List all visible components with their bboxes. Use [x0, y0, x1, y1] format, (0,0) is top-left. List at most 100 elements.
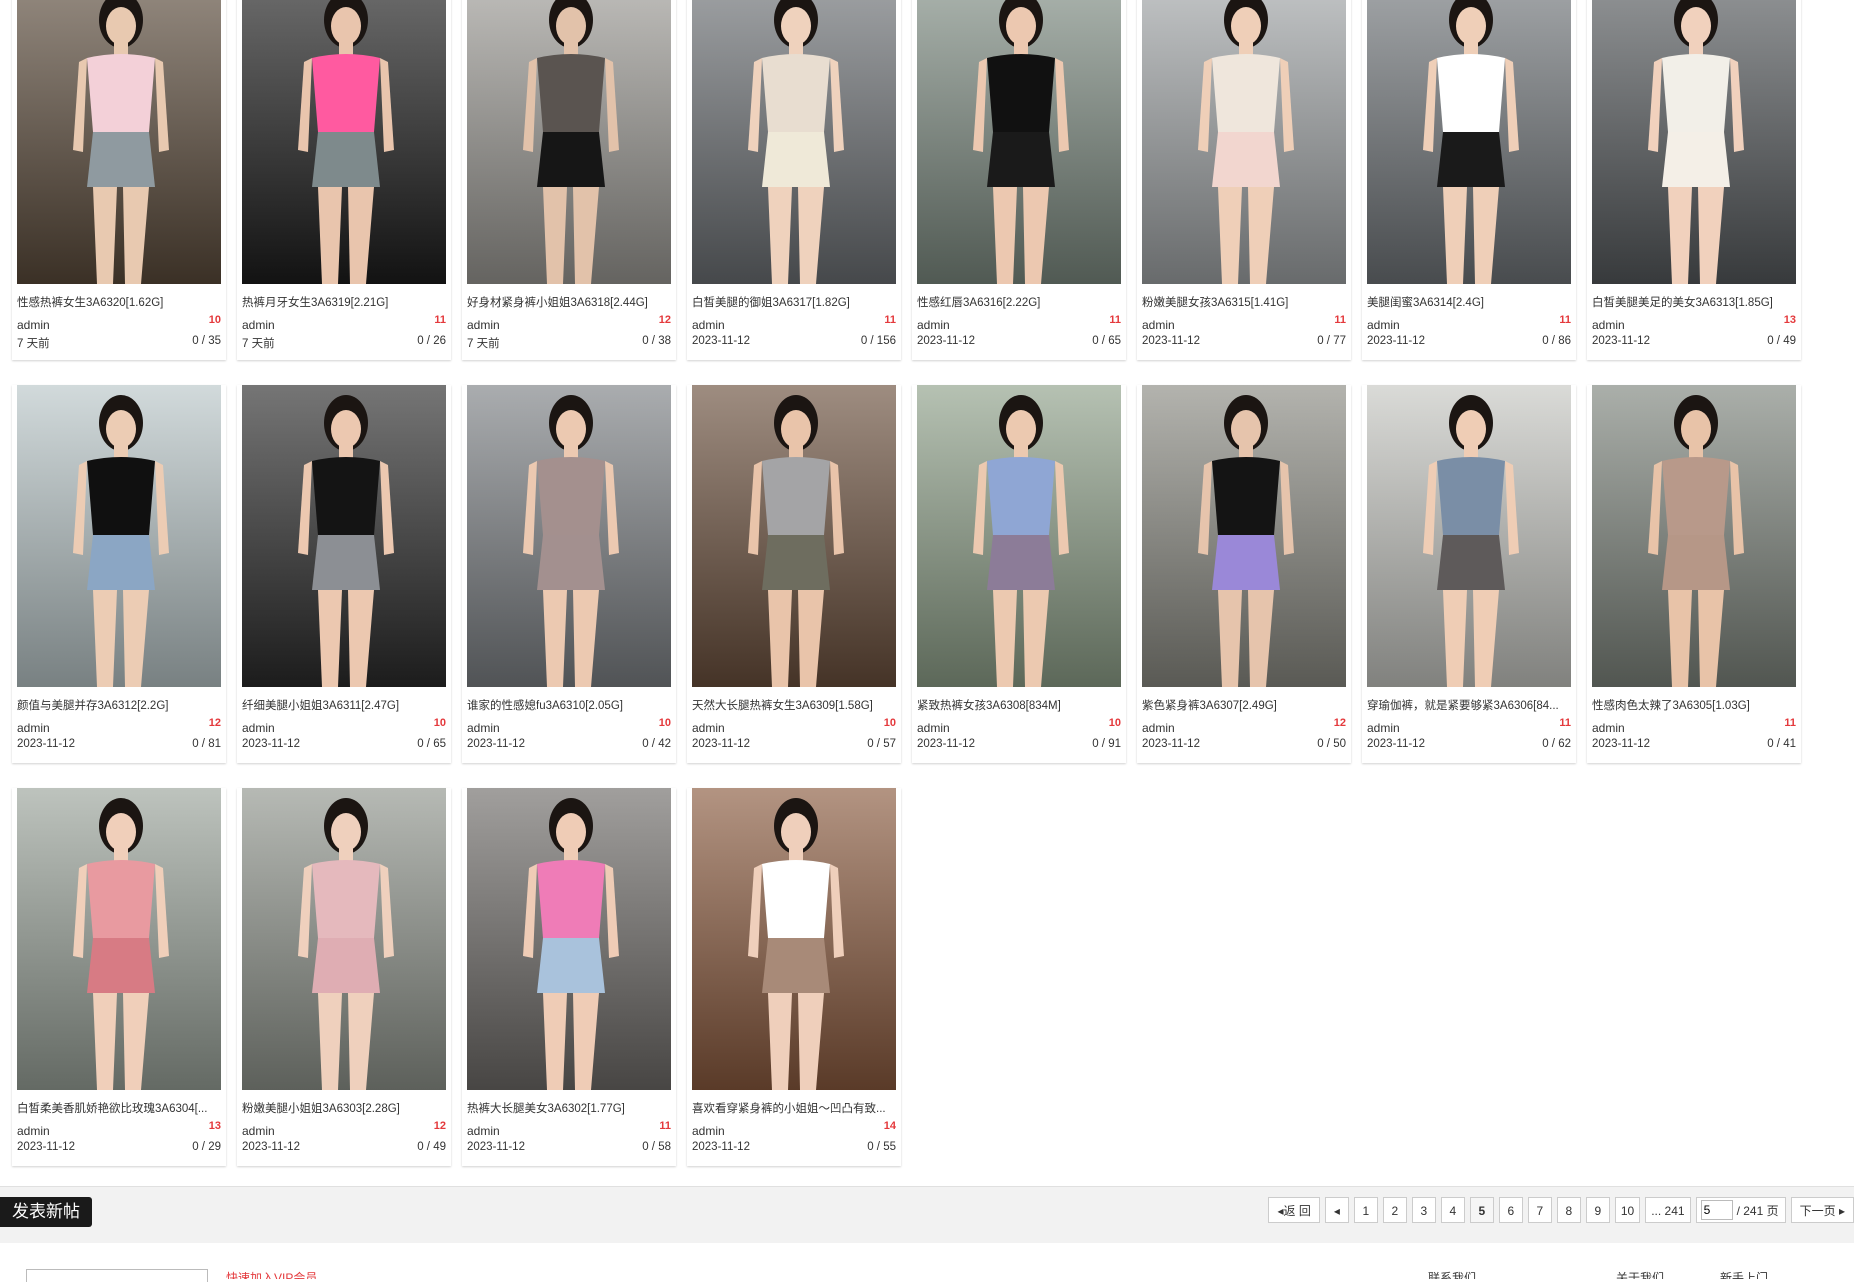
- thread-card[interactable]: 粉嫩美腿小姐姐3A6303[2.28G] admin 12 2023-11-12…: [237, 788, 451, 1166]
- page-button[interactable]: 4: [1440, 1197, 1465, 1223]
- thread-thumbnail[interactable]: [17, 0, 221, 284]
- thread-card[interactable]: 好身材紧身裤小姐姐3A6318[2.44G] admin 12 7 天前 0 /…: [462, 0, 676, 360]
- footer-about-link[interactable]: 关于我们: [1616, 1269, 1664, 1279]
- thread-thumbnail[interactable]: [467, 0, 671, 284]
- thread-thumbnail[interactable]: [467, 788, 671, 1090]
- thread-author[interactable]: admin: [1142, 318, 1175, 332]
- page-button[interactable]: 5: [1469, 1197, 1494, 1223]
- thread-title[interactable]: 性感红唇3A6316[2.22G]: [917, 294, 1121, 310]
- thread-card[interactable]: 喜欢看穿紧身裤的小姐姐～凹凸有致... admin 14 2023-11-12 …: [687, 788, 901, 1166]
- thread-author[interactable]: admin: [467, 318, 500, 332]
- thread-card[interactable]: 热裤大长腿美女3A6302[1.77G] admin 11 2023-11-12…: [462, 788, 676, 1166]
- thread-thumbnail[interactable]: [1367, 385, 1571, 687]
- thread-thumbnail[interactable]: [467, 385, 671, 687]
- thread-thumbnail[interactable]: [692, 385, 896, 687]
- thread-thumbnail[interactable]: [692, 788, 896, 1090]
- page-button[interactable]: 8: [1556, 1197, 1581, 1223]
- thread-author[interactable]: admin: [17, 721, 50, 735]
- thread-author[interactable]: admin: [1592, 318, 1625, 332]
- thread-title[interactable]: 美腿闺蜜3A6314[2.4G]: [1367, 294, 1571, 310]
- thread-title[interactable]: 纤细美腿小姐姐3A6311[2.47G]: [242, 697, 446, 713]
- thread-card[interactable]: 紧致热裤女孩3A6308[834M] admin 10 2023-11-12 0…: [912, 385, 1126, 763]
- thread-thumbnail[interactable]: [917, 0, 1121, 284]
- thread-author[interactable]: admin: [692, 1124, 725, 1138]
- footer-newbie-link[interactable]: 新手上门: [1720, 1269, 1768, 1279]
- thread-title[interactable]: 粉嫩美腿小姐姐3A6303[2.28G]: [242, 1100, 446, 1116]
- page-button[interactable]: 6: [1498, 1197, 1523, 1223]
- thread-author[interactable]: admin: [1592, 721, 1625, 735]
- thread-thumbnail[interactable]: [692, 0, 896, 284]
- thread-thumbnail[interactable]: [242, 0, 446, 284]
- thread-card[interactable]: 性感红唇3A6316[2.22G] admin 11 2023-11-12 0 …: [912, 0, 1126, 360]
- thread-title[interactable]: 谁家的性感媳fu3A6310[2.05G]: [467, 697, 671, 713]
- page-button[interactable]: 10: [1614, 1197, 1641, 1223]
- thread-card[interactable]: 紫色紧身裤3A6307[2.49G] admin 12 2023-11-12 0…: [1137, 385, 1351, 763]
- next-page-button[interactable]: 下一页 ▸: [1790, 1197, 1854, 1223]
- thread-thumbnail[interactable]: [242, 788, 446, 1090]
- thread-title[interactable]: 天然大长腿热裤女生3A6309[1.58G]: [692, 697, 896, 713]
- thread-author[interactable]: admin: [467, 721, 500, 735]
- page-button[interactable]: ... 241: [1645, 1197, 1691, 1223]
- thread-thumbnail[interactable]: [242, 385, 446, 687]
- thread-thumbnail[interactable]: [1142, 385, 1346, 687]
- thread-author[interactable]: admin: [242, 721, 275, 735]
- thread-thumbnail[interactable]: [917, 385, 1121, 687]
- thread-card[interactable]: 粉嫩美腿女孩3A6315[1.41G] admin 11 2023-11-12 …: [1137, 0, 1351, 360]
- thread-author[interactable]: admin: [17, 1124, 50, 1138]
- thread-author[interactable]: admin: [467, 1124, 500, 1138]
- thread-title[interactable]: 紧致热裤女孩3A6308[834M]: [917, 697, 1121, 713]
- thread-author[interactable]: admin: [917, 721, 950, 735]
- thread-author[interactable]: admin: [17, 318, 50, 332]
- thread-card[interactable]: 美腿闺蜜3A6314[2.4G] admin 11 2023-11-12 0 /…: [1362, 0, 1576, 360]
- new-post-button[interactable]: 发表新帖: [0, 1197, 92, 1227]
- thread-thumbnail[interactable]: [17, 788, 221, 1090]
- footer-contact-link[interactable]: 联系我们: [1428, 1269, 1476, 1279]
- back-button[interactable]: ◂返 回: [1268, 1197, 1320, 1223]
- footer-vip-link[interactable]: 快速加入VIP会员: [226, 1269, 317, 1279]
- thread-title[interactable]: 颜值与美腿并存3A6312[2.2G]: [17, 697, 221, 713]
- thread-card[interactable]: 穿瑜伽裤，就是紧要够紧3A6306[84... admin 11 2023-11…: [1362, 385, 1576, 763]
- page-button[interactable]: 1: [1353, 1197, 1378, 1223]
- thread-card[interactable]: 纤细美腿小姐姐3A6311[2.47G] admin 10 2023-11-12…: [237, 385, 451, 763]
- prev-page-button[interactable]: ◂: [1324, 1197, 1349, 1223]
- thread-title[interactable]: 白皙美腿的御姐3A6317[1.82G]: [692, 294, 896, 310]
- page-button[interactable]: 9: [1585, 1197, 1610, 1223]
- thread-title[interactable]: 白皙柔美香肌娇艳欲比玫瑰3A6304[...: [17, 1100, 221, 1116]
- thread-author[interactable]: admin: [917, 318, 950, 332]
- page-button[interactable]: 2: [1382, 1197, 1407, 1223]
- thread-author[interactable]: admin: [242, 318, 275, 332]
- thread-thumbnail[interactable]: [1367, 0, 1571, 284]
- thread-title[interactable]: 好身材紧身裤小姐姐3A6318[2.44G]: [467, 294, 671, 310]
- thread-thumbnail[interactable]: [1592, 0, 1796, 284]
- thread-author[interactable]: admin: [692, 721, 725, 735]
- thread-thumbnail[interactable]: [1142, 0, 1346, 284]
- thread-card[interactable]: 天然大长腿热裤女生3A6309[1.58G] admin 10 2023-11-…: [687, 385, 901, 763]
- thread-card[interactable]: 性感肉色太辣了3A6305[1.03G] admin 11 2023-11-12…: [1587, 385, 1801, 763]
- thread-author[interactable]: admin: [1142, 721, 1175, 735]
- thread-card[interactable]: 白皙柔美香肌娇艳欲比玫瑰3A6304[... admin 13 2023-11-…: [12, 788, 226, 1166]
- thread-card[interactable]: 热裤月牙女生3A6319[2.21G] admin 11 7 天前 0 / 26: [237, 0, 451, 360]
- thread-thumbnail[interactable]: [17, 385, 221, 687]
- thread-title[interactable]: 紫色紧身裤3A6307[2.49G]: [1142, 697, 1346, 713]
- thread-author[interactable]: admin: [692, 318, 725, 332]
- thread-title[interactable]: 性感热裤女生3A6320[1.62G]: [17, 294, 221, 310]
- thread-card[interactable]: 白皙美腿的御姐3A6317[1.82G] admin 11 2023-11-12…: [687, 0, 901, 360]
- thread-author[interactable]: admin: [1367, 318, 1400, 332]
- page-jump-input[interactable]: [1700, 1200, 1733, 1220]
- thread-card[interactable]: 性感热裤女生3A6320[1.62G] admin 10 7 天前 0 / 35: [12, 0, 226, 360]
- thread-title[interactable]: 热裤月牙女生3A6319[2.21G]: [242, 294, 446, 310]
- thread-title[interactable]: 穿瑜伽裤，就是紧要够紧3A6306[84...: [1367, 697, 1571, 713]
- thread-title[interactable]: 粉嫩美腿女孩3A6315[1.41G]: [1142, 294, 1346, 310]
- thread-title[interactable]: 性感肉色太辣了3A6305[1.03G]: [1592, 697, 1796, 713]
- page-button[interactable]: 7: [1527, 1197, 1552, 1223]
- thread-card[interactable]: 颜值与美腿并存3A6312[2.2G] admin 12 2023-11-12 …: [12, 385, 226, 763]
- thread-author[interactable]: admin: [242, 1124, 275, 1138]
- thread-card[interactable]: 谁家的性感媳fu3A6310[2.05G] admin 10 2023-11-1…: [462, 385, 676, 763]
- thread-title[interactable]: 白皙美腿美足的美女3A6313[1.85G]: [1592, 294, 1796, 310]
- thread-author[interactable]: admin: [1367, 721, 1400, 735]
- thread-title[interactable]: 喜欢看穿紧身裤的小姐姐～凹凸有致...: [692, 1100, 896, 1116]
- thread-title[interactable]: 热裤大长腿美女3A6302[1.77G]: [467, 1100, 671, 1116]
- thread-card[interactable]: 白皙美腿美足的美女3A6313[1.85G] admin 13 2023-11-…: [1587, 0, 1801, 360]
- page-button[interactable]: 3: [1411, 1197, 1436, 1223]
- thread-thumbnail[interactable]: [1592, 385, 1796, 687]
